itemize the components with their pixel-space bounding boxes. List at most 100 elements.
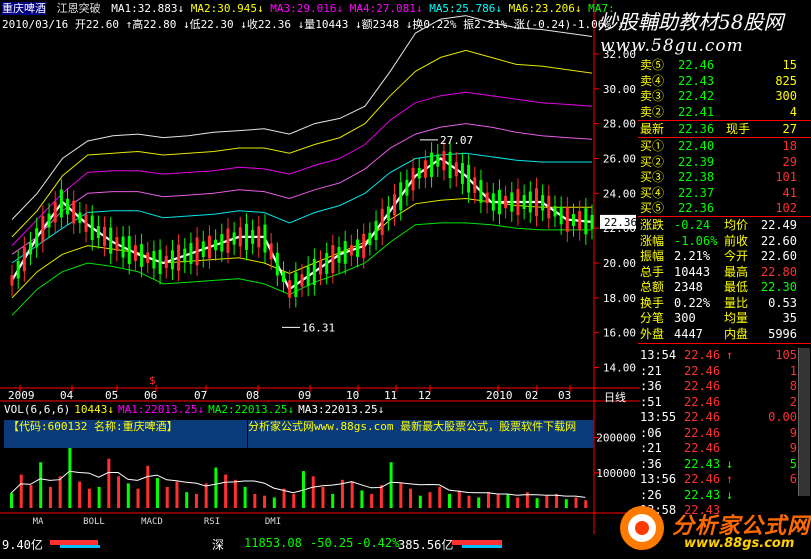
tick-row: :06 22.46 9 [640,426,811,441]
bid-row: 买① 22.40 18 [640,139,811,154]
candle-body [294,272,298,297]
volume-bar [204,483,208,508]
stat-value: -0.24 [674,218,711,232]
tick-volume: 6 [789,472,797,486]
tab-macd[interactable]: MACD [134,516,170,528]
volume-bar [467,495,471,508]
index-pct: -0.42% [356,536,400,550]
volume-bar [58,476,62,508]
tick-time: :51 [640,394,662,409]
candle-body [10,275,14,286]
stat-label: 涨跌 [640,218,665,232]
volume-bar [117,476,121,508]
candle-body [399,182,403,211]
candle-body [53,201,57,223]
status-bar-blue-2 [462,545,502,548]
stat-value: -1.06% [674,233,718,248]
stat-label: 均量 [724,311,749,325]
tab-ma[interactable]: MA [20,516,56,528]
panel-divider [638,343,811,344]
candle-body [584,208,588,235]
candle-body [96,225,100,239]
volume-bar [282,488,286,508]
bid-row: 买② 22.39 29 [640,155,811,170]
tick-price: 22.46 [684,363,721,378]
period-label[interactable]: 日线 [604,389,626,405]
candle-body [565,207,569,232]
candle-body [47,213,51,228]
volume-bar [19,474,23,508]
volume-bar [87,488,91,508]
tab-rsi[interactable]: RSI [194,516,230,528]
volume-y-tick-label: 200000 [596,432,636,445]
tick-time: :36 [640,456,662,471]
tick-price: 22.46 [684,348,721,362]
candle-body [405,179,409,196]
stat-value: 10443 [674,264,711,279]
x-tick-label: 10 [346,389,359,402]
stat-label: 外盘 [640,326,665,341]
tab-boll[interactable]: BOLL [76,516,112,528]
volume-bar [233,479,237,508]
volume-bar [136,488,140,508]
candle-body [436,154,440,167]
volume-bar [370,493,374,508]
candle-body [146,252,150,263]
panel-divider [638,137,811,138]
candle-body [331,245,335,274]
ask-row: 卖③ 22.42 300 [640,89,811,104]
volume-bar [146,465,150,508]
stat-label: 前收 [724,233,749,248]
volume-bar [448,493,451,508]
candle-body [103,226,107,246]
y-tick-label: 16.00 [603,327,636,340]
candle-body [411,167,415,191]
ma-header-value: MA4:27.081↓ [349,2,430,15]
series-line-ma1 [11,15,593,220]
stat-label: 今开 [724,249,749,263]
bid-label: 买⑤ [640,201,665,215]
ma-header-value: MA6:23.206↓ [508,2,589,15]
volume-bar [496,494,500,508]
candle-body [485,192,489,204]
bid-price: 22.38 [678,170,715,184]
stat-label: 振幅 [640,249,665,263]
signal-marker: $ [149,374,156,387]
volume-bar [564,499,568,508]
logo: 分析家公式网 www.88gs.com [612,498,811,556]
candle-body [491,193,495,211]
ask-row: 卖④ 22.43 825 [640,74,811,89]
tick-arrow: ↑ [726,348,734,362]
candle-body [306,266,310,286]
volume-bar [78,481,82,508]
tick-scrollbar[interactable] [798,348,810,496]
candle-body [41,216,45,243]
stock-header: 重庆啤酒 江恩突破 MA1:32.883↓ MA2:30.945↓ MA3:29… [2,2,615,16]
candle-body [343,241,347,264]
tick-time: :21 [640,441,662,455]
volume-bar [438,486,442,508]
candle-body [479,180,483,203]
series-line-ma3 [11,91,593,246]
stat-value: 2.21% [674,249,711,263]
tick-time: 13:54 [640,348,677,362]
indicator-name[interactable]: 江恩突破 [57,2,101,15]
ma-header-value: MA1:32.883↓ [111,2,191,15]
candle-body [423,160,427,178]
candle-body [504,195,508,209]
candle-body [59,189,63,218]
candle-body [362,233,366,259]
stat-row: 换手 0.22% 量比 0.53 [640,296,811,311]
tab-dmi[interactable]: DMI [255,516,291,528]
tick-row: :36 22.43 ↓ 5 [640,457,811,472]
formula-scroll-panel: 分析家公式网www.88gs.com 最新最大股票公式，股票软件下载网 [248,420,594,448]
logo-url: www.88gs.com [684,536,795,551]
candle-body [115,237,119,252]
bid-price: 22.36 [678,201,715,215]
candle-body [337,247,341,263]
volume-bar [194,493,198,508]
candle-body [257,226,261,248]
x-tick-label: 11 [384,389,397,402]
ask-price: 22.43 [678,73,715,88]
formula-code-panel: 【代码:600132 名称:重庆啤酒】 [4,420,247,448]
